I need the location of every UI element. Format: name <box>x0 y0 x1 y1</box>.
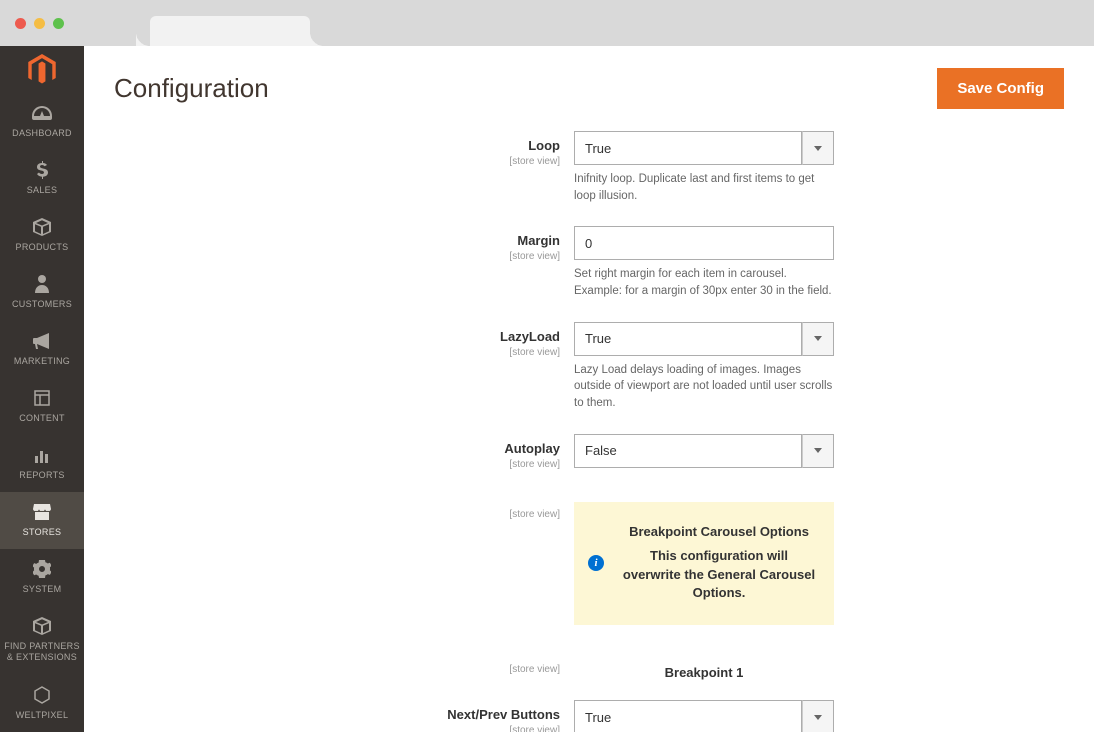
sidebar-item-label: SYSTEM <box>23 584 62 594</box>
sidebar-item-label: DASHBOARD <box>12 128 72 138</box>
sidebar-item-weltpixel[interactable]: WELTPIXEL <box>0 675 84 732</box>
notice-title: Breakpoint Carousel Options <box>622 524 816 539</box>
sidebar-item-label: MARKETING <box>14 356 70 366</box>
notice-body: This configuration will overwrite the Ge… <box>622 547 816 604</box>
bar-chart-icon <box>31 445 53 465</box>
breakpoint-heading: Breakpoint 1 <box>574 657 834 684</box>
scope-text: [store view] <box>114 251 560 262</box>
admin-sidebar: DASHBOARD SALES PRODUCTS CUSTOMERS MARKE <box>0 46 84 732</box>
main-content: Configuration Save Config Loop [store vi… <box>84 46 1094 732</box>
lazyload-select-value: True <box>574 322 802 356</box>
autoplay-select[interactable]: False <box>574 434 834 468</box>
window-controls <box>15 18 64 29</box>
layout-icon <box>31 388 53 408</box>
chevron-down-icon <box>802 434 834 468</box>
scope-text: [store view] <box>114 347 560 358</box>
save-config-button[interactable]: Save Config <box>937 68 1064 109</box>
gauge-icon <box>31 103 53 123</box>
lazyload-select[interactable]: True <box>574 322 834 356</box>
store-icon <box>31 502 53 522</box>
margin-help: Set right margin for each item in carous… <box>574 266 834 299</box>
sidebar-item-products[interactable]: PRODUCTS <box>0 207 84 264</box>
sidebar-item-label: SALES <box>27 185 58 195</box>
close-window-icon[interactable] <box>15 18 26 29</box>
margin-input[interactable]: 0 <box>574 226 834 260</box>
sidebar-item-label: WELTPIXEL <box>16 710 69 720</box>
hexagon-icon <box>31 685 53 705</box>
loop-select[interactable]: True <box>574 131 834 165</box>
browser-chrome <box>0 0 1094 46</box>
margin-label: Margin <box>517 233 560 248</box>
dollar-icon <box>31 160 53 180</box>
chevron-down-icon <box>802 131 834 165</box>
scope-text: [store view] <box>114 509 560 520</box>
sidebar-item-label: FIND PARTNERS & EXTENSIONS <box>4 641 80 663</box>
sidebar-item-dashboard[interactable]: DASHBOARD <box>0 93 84 150</box>
lazyload-label: LazyLoad <box>500 329 560 344</box>
sidebar-item-content[interactable]: CONTENT <box>0 378 84 435</box>
sidebar-item-customers[interactable]: CUSTOMERS <box>0 264 84 321</box>
magento-logo[interactable] <box>0 46 84 93</box>
sidebar-item-marketing[interactable]: MARKETING <box>0 321 84 378</box>
sidebar-item-stores[interactable]: STORES <box>0 492 84 549</box>
box-icon <box>31 217 53 237</box>
sidebar-item-system[interactable]: SYSTEM <box>0 549 84 606</box>
sidebar-item-label: STORES <box>23 527 62 537</box>
chevron-down-icon <box>802 700 834 732</box>
page-title: Configuration <box>114 73 269 104</box>
nextprev-label: Next/Prev Buttons <box>447 707 560 722</box>
loop-help: Inifnity loop. Duplicate last and first … <box>574 171 834 204</box>
sidebar-item-label: REPORTS <box>19 470 64 480</box>
minimize-window-icon[interactable] <box>34 18 45 29</box>
scope-text: [store view] <box>114 459 560 470</box>
lazyload-help: Lazy Load delays loading of images. Imag… <box>574 362 834 412</box>
person-icon <box>31 274 53 294</box>
sidebar-item-sales[interactable]: SALES <box>0 150 84 207</box>
gear-icon <box>31 559 53 579</box>
sidebar-item-reports[interactable]: REPORTS <box>0 435 84 492</box>
loop-select-value: True <box>574 131 802 165</box>
scope-text: [store view] <box>114 725 560 732</box>
scope-text: [store view] <box>114 664 560 675</box>
sidebar-item-label: CUSTOMERS <box>12 299 72 309</box>
sidebar-item-label: CONTENT <box>19 413 65 423</box>
maximize-window-icon[interactable] <box>53 18 64 29</box>
autoplay-label: Autoplay <box>504 441 560 456</box>
scope-text: [store view] <box>114 156 560 167</box>
sidebar-item-partners[interactable]: FIND PARTNERS & EXTENSIONS <box>0 606 84 675</box>
autoplay-select-value: False <box>574 434 802 468</box>
browser-tab[interactable] <box>150 16 310 46</box>
nextprev-select[interactable]: True <box>574 700 834 732</box>
breakpoint-notice: i Breakpoint Carousel Options This confi… <box>574 502 834 626</box>
info-icon: i <box>588 555 604 571</box>
chevron-down-icon <box>802 322 834 356</box>
loop-label: Loop <box>528 138 560 153</box>
package-icon <box>31 616 53 636</box>
nextprev-select-value: True <box>574 700 802 732</box>
megaphone-icon <box>31 331 53 351</box>
sidebar-item-label: PRODUCTS <box>16 242 69 252</box>
